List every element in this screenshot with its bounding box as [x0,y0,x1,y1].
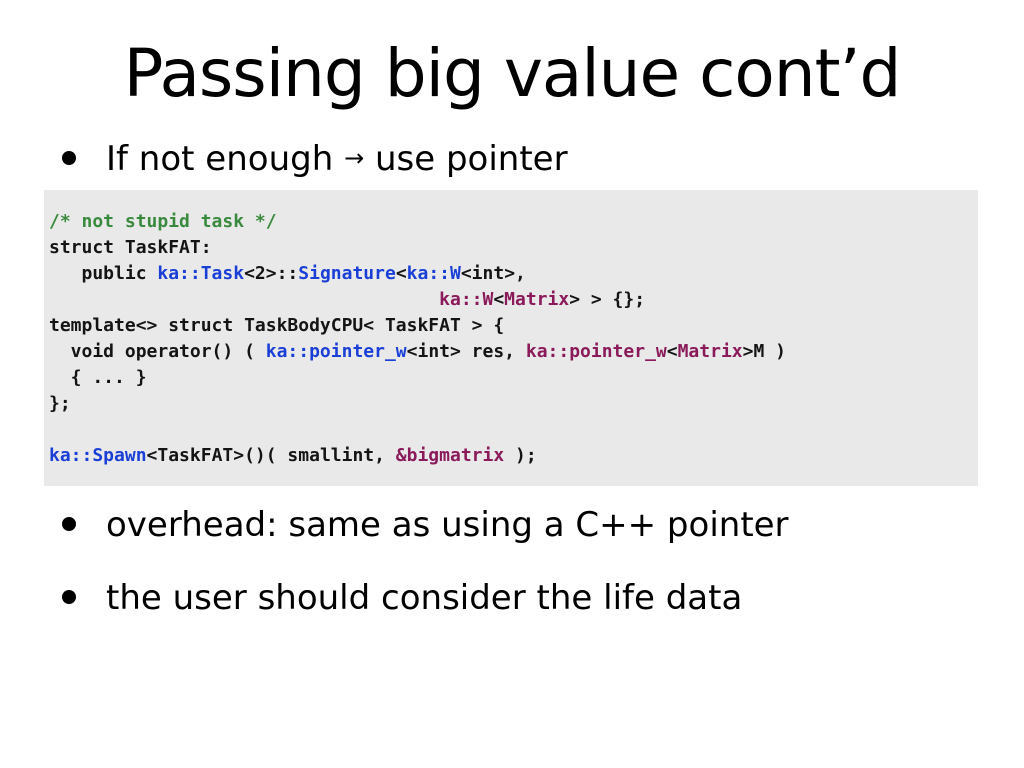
slide-title: Passing big value cont’d [123,35,902,112]
code-line: template<> struct TaskBodyCPU< TaskFAT >… [49,313,786,339]
code-token: ka::Spawn [49,445,147,466]
code-token: ka::pointer_w [265,341,407,362]
code-token: void operator() ( [49,341,266,362]
bullet-item: overhead: same as using a C++ pointer [62,503,789,547]
code-token: < [493,289,505,310]
code-token: ka::pointer_w [525,341,667,362]
code-token: ka::W [439,289,494,310]
code-token: <2>:: [244,263,299,284]
code-token: { ... } [49,367,147,388]
bullet-text: overhead: same as using a C++ pointer [106,505,789,545]
code-line: }; [49,391,786,417]
code-token: ); [504,445,537,466]
code-token: > > {}; [569,289,646,310]
code-token: <int>, [460,263,526,284]
code-token: }; [49,393,71,414]
code-listing: /* not stupid task */ struct TaskFAT: pub… [49,209,786,469]
code-token: public [49,263,158,284]
code-token: >M ) [742,341,786,362]
code-line: struct TaskFAT: [49,235,786,261]
right-arrow-icon: → [344,144,365,172]
code-token: < [395,263,407,284]
bullet-text: the user should consider the life data [106,578,743,618]
code-token: Signature [298,263,396,284]
code-token: /* not stupid task */ [49,211,277,232]
code-line: void operator() ( ka::pointer_w<int> res… [49,339,786,365]
code-line: /* not stupid task */ [49,209,786,235]
code-token: Matrix [677,341,743,362]
code-token: struct TaskFAT: [49,237,212,258]
bullet-item: If not enough → use pointer [62,137,568,184]
code-line: { ... } [49,365,786,391]
code-token: ka::W [406,263,461,284]
bullet-dot-icon [62,150,76,165]
code-line: ka::Spawn<TaskFAT>()( smallint, &bigmatr… [49,443,786,469]
bullet-item: the user should consider the life data [62,576,742,620]
code-token: &bigmatrix [395,445,505,466]
bullet-dot-icon [62,589,76,604]
code-token: ka::Task [157,263,245,284]
bullet-text: use pointer [374,139,568,179]
code-line: public ka::Task<2>::Signature<ka::W<int>… [49,261,786,287]
code-token: Matrix [504,289,570,310]
code-line: ka::W<Matrix> > {}; [49,287,786,313]
code-token: <int> res, [406,341,526,362]
bullet-text: If not enough [106,139,334,179]
code-token: template<> struct TaskBodyCPU< TaskFAT >… [49,315,505,336]
code-token: <TaskFAT>()( smallint, [146,445,396,466]
code-token: < [666,341,678,362]
bullet-dot-icon [62,516,76,531]
code-block: /* not stupid task */ struct TaskFAT: pub… [44,190,978,486]
